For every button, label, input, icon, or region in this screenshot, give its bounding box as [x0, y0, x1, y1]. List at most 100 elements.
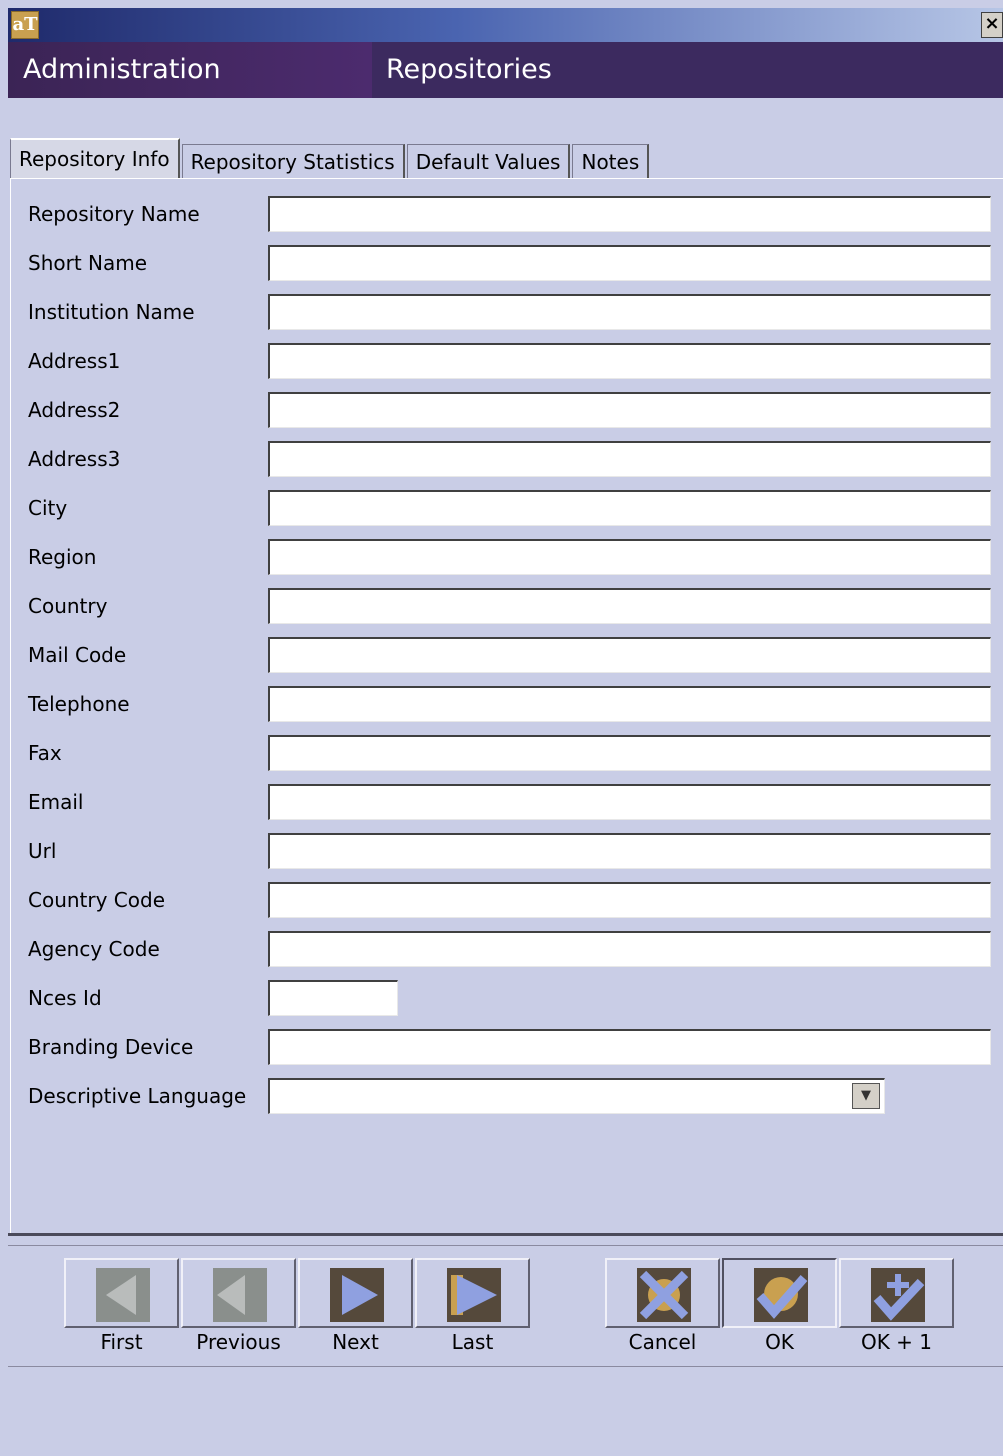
form-row-country-code: Country Code	[11, 880, 1003, 920]
previous-icon	[213, 1268, 267, 1322]
form-row-address2: Address2	[11, 390, 1003, 430]
divider	[8, 1233, 1003, 1236]
last-icon	[447, 1268, 501, 1322]
repository-name-label: Repository Name	[28, 202, 200, 226]
mail-code-field[interactable]	[268, 637, 991, 673]
institution-name-field[interactable]	[268, 294, 991, 330]
address2-label: Address2	[28, 398, 121, 422]
nces-id-label: Nces Id	[28, 986, 102, 1010]
country-label: Country	[28, 594, 108, 618]
country-field[interactable]	[268, 588, 991, 624]
institution-name-label: Institution Name	[28, 300, 195, 324]
form-row-mail-code: Mail Code	[11, 635, 1003, 675]
next-label: Next	[332, 1330, 379, 1354]
next-button-frame	[298, 1258, 413, 1328]
fax-label: Fax	[28, 741, 62, 765]
divider	[8, 1245, 1003, 1246]
email-field[interactable]	[268, 784, 991, 820]
previous-button[interactable]: Previous	[181, 1258, 298, 1370]
next-button[interactable]: Next	[298, 1258, 415, 1370]
email-label: Email	[28, 790, 84, 814]
header-section: Administration	[8, 42, 372, 98]
country-code-label: Country Code	[28, 888, 166, 912]
first-button-frame	[64, 1258, 179, 1328]
section-title: Administration	[23, 54, 221, 85]
check-plus-icon	[871, 1268, 925, 1322]
page-title: Repositories	[386, 54, 552, 85]
last-button-frame	[415, 1258, 530, 1328]
ok-plus-one-button-frame	[839, 1258, 954, 1328]
check-icon	[754, 1268, 808, 1322]
last-button[interactable]: Last	[415, 1258, 532, 1370]
previous-button-frame	[181, 1258, 296, 1328]
address3-field[interactable]	[268, 441, 991, 477]
address3-label: Address3	[28, 447, 121, 471]
first-button[interactable]: First	[64, 1258, 181, 1370]
first-icon	[96, 1268, 150, 1322]
branding-device-label: Branding Device	[28, 1035, 194, 1059]
cancel-button-frame	[605, 1258, 720, 1328]
form-row-telephone: Telephone	[11, 684, 1003, 724]
branding-device-field[interactable]	[268, 1029, 991, 1065]
agency-code-field[interactable]	[268, 931, 991, 967]
region-label: Region	[28, 545, 97, 569]
form-row-fax: Fax	[11, 733, 1003, 773]
tab-default-values[interactable]: Default Values	[406, 144, 571, 178]
tab-repository-statistics[interactable]: Repository Statistics	[181, 144, 405, 178]
form-row-country: Country	[11, 586, 1003, 626]
descriptive-language-select[interactable]: ▼	[268, 1078, 885, 1114]
form-row-address3: Address3	[11, 439, 1003, 479]
last-label: Last	[451, 1330, 494, 1354]
city-field[interactable]	[268, 490, 991, 526]
short-name-label: Short Name	[28, 251, 148, 275]
form-row-institution-name: Institution Name	[11, 292, 1003, 332]
address2-field[interactable]	[268, 392, 991, 428]
address1-field[interactable]	[268, 343, 991, 379]
next-icon	[330, 1268, 384, 1322]
ok-label: OK	[765, 1330, 794, 1354]
repository-info-panel: Repository Name Short Name Institution N…	[10, 178, 1003, 1235]
header-bar: Administration Repositories	[8, 42, 1003, 98]
tab-notes[interactable]: Notes	[572, 144, 650, 178]
form-row-url: Url	[11, 831, 1003, 871]
url-field[interactable]	[268, 833, 991, 869]
region-field[interactable]	[268, 539, 991, 575]
descriptive-language-label: Descriptive Language	[28, 1084, 247, 1108]
agency-code-label: Agency Code	[28, 937, 160, 961]
divider	[8, 1366, 1003, 1367]
fax-field[interactable]	[268, 735, 991, 771]
form-row-descriptive-language: Descriptive Language ▼	[11, 1076, 1003, 1116]
record-navigation: First Previous Next Last	[64, 1258, 532, 1370]
cancel-button[interactable]: Cancel	[605, 1258, 722, 1370]
app-icon: aT	[11, 11, 39, 39]
city-label: City	[28, 496, 68, 520]
short-name-field[interactable]	[268, 245, 991, 281]
window-titlebar: aT ×	[8, 8, 1003, 42]
ok-button[interactable]: OK	[722, 1258, 839, 1370]
form-row-repository-name: Repository Name	[11, 194, 1003, 234]
form-row-city: City	[11, 488, 1003, 528]
form-row-agency-code: Agency Code	[11, 929, 1003, 969]
tab-bar: Repository Info Repository Statistics De…	[10, 138, 651, 178]
form-row-short-name: Short Name	[11, 243, 1003, 283]
repository-name-field[interactable]	[268, 196, 991, 232]
dialog-actions: Cancel OK OK + 1	[605, 1258, 956, 1370]
telephone-field[interactable]	[268, 686, 991, 722]
url-label: Url	[28, 839, 57, 863]
form-row-branding-device: Branding Device	[11, 1027, 1003, 1067]
form-row-email: Email	[11, 782, 1003, 822]
tab-repository-info[interactable]: Repository Info	[10, 138, 180, 178]
ok-button-frame	[722, 1258, 837, 1328]
cancel-label: Cancel	[628, 1330, 697, 1354]
nces-id-field[interactable]	[268, 980, 398, 1016]
country-code-field[interactable]	[268, 882, 991, 918]
ok-plus-one-button[interactable]: OK + 1	[839, 1258, 956, 1370]
close-button[interactable]: ×	[981, 12, 1003, 38]
mail-code-label: Mail Code	[28, 643, 127, 667]
chevron-down-icon[interactable]: ▼	[852, 1083, 880, 1109]
first-label: First	[100, 1330, 143, 1354]
form-row-nces-id: Nces Id	[11, 978, 1003, 1018]
cancel-icon	[637, 1268, 691, 1322]
form-row-region: Region	[11, 537, 1003, 577]
address1-label: Address1	[28, 349, 121, 373]
